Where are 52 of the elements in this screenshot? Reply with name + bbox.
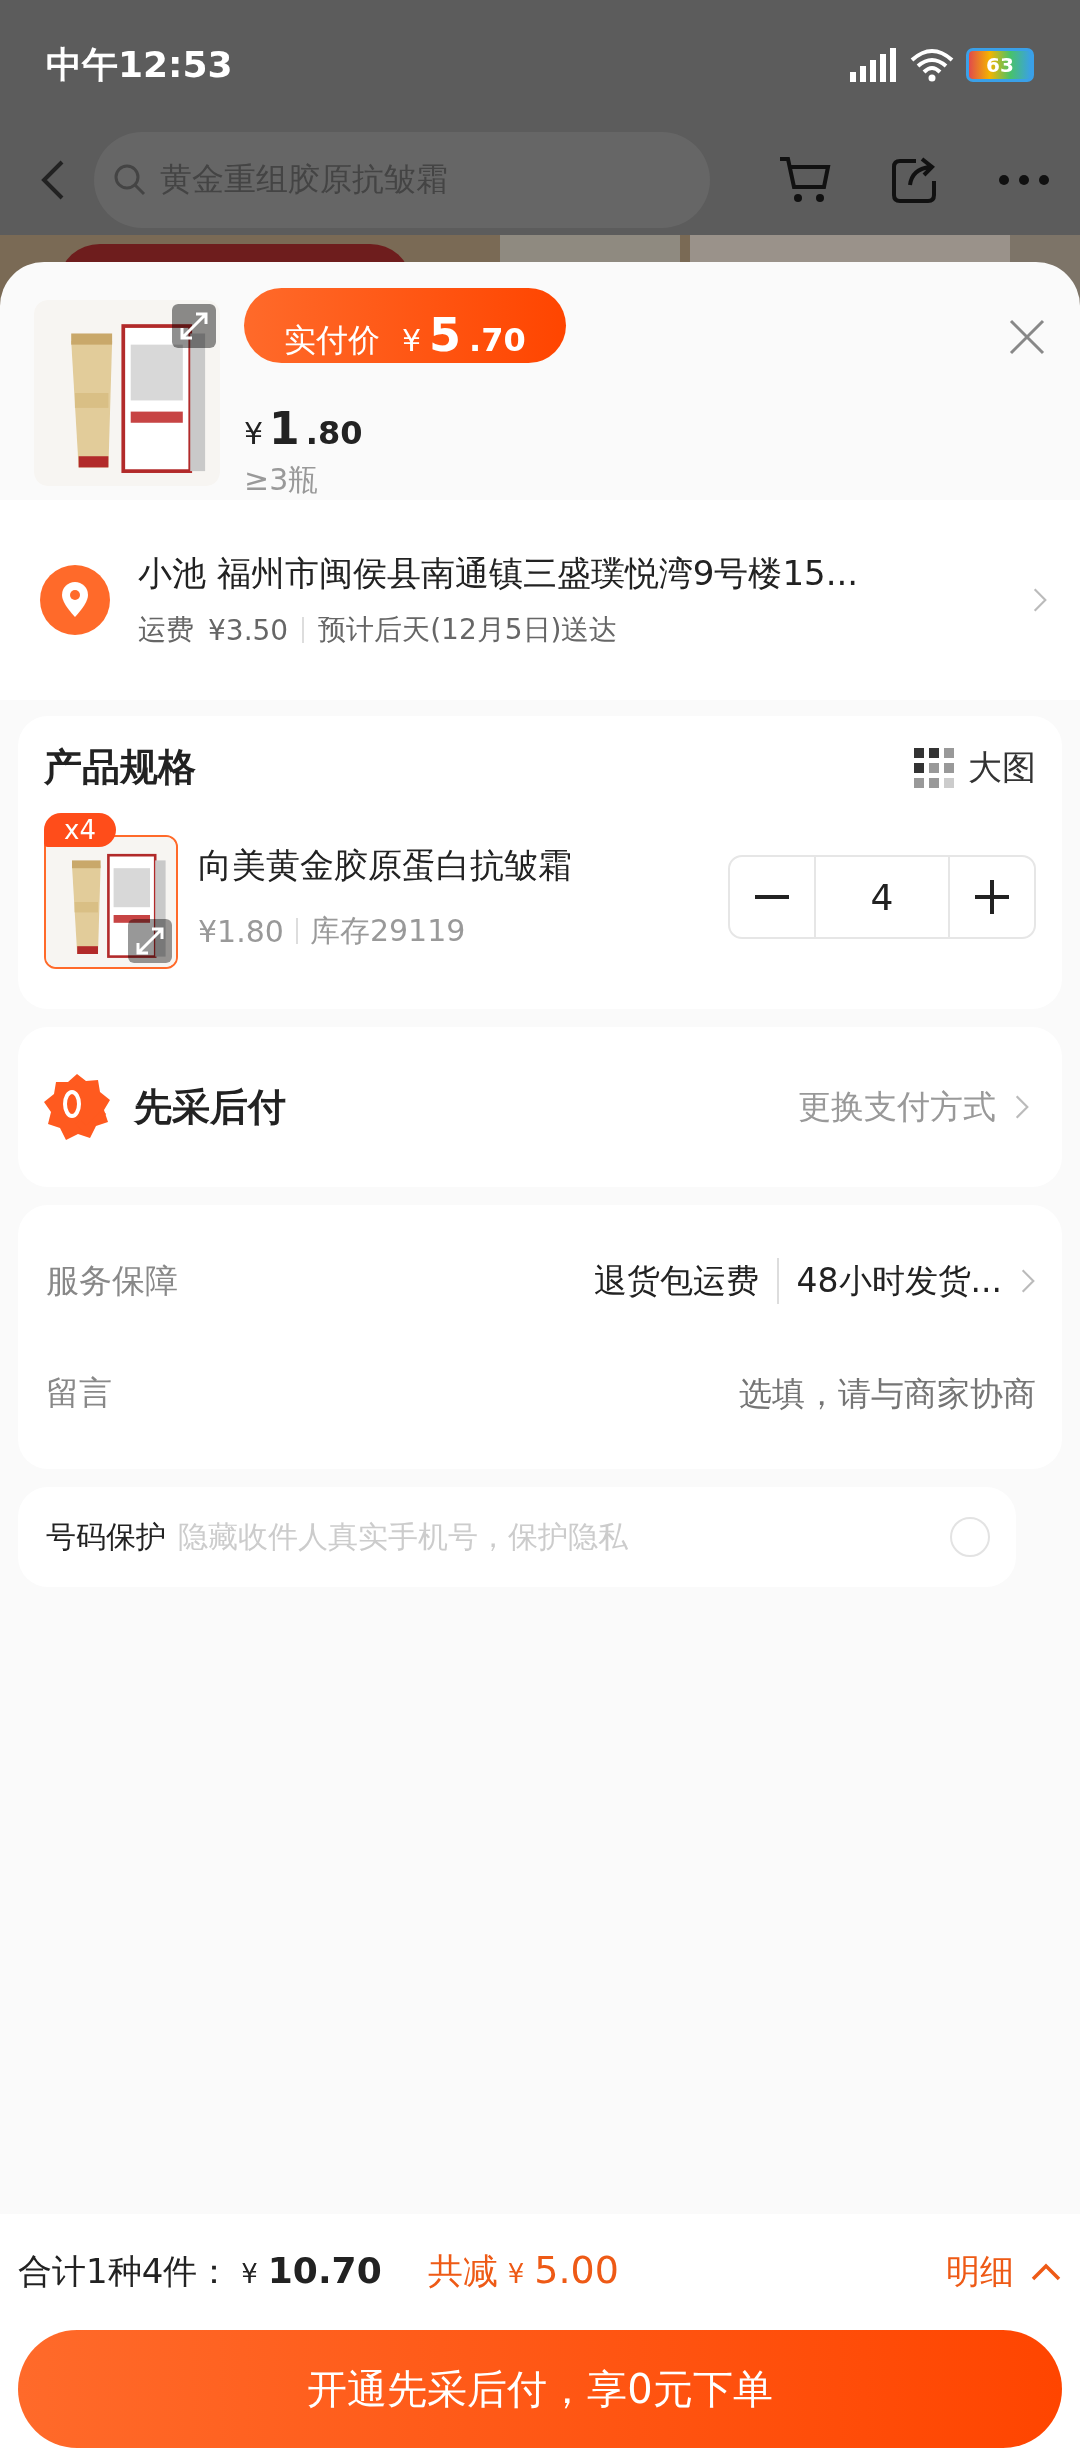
caret-up-icon — [1030, 2262, 1062, 2282]
price-tag: 实付价 ¥ 5 .70 — [244, 288, 566, 363]
plus-icon — [975, 880, 1009, 914]
chevron-right-icon — [1020, 1267, 1036, 1295]
minus-icon — [755, 895, 789, 899]
expand-icon[interactable] — [172, 304, 216, 348]
total-amount: 10.70 — [267, 2250, 382, 2291]
row-label: 服务保障 — [46, 1259, 179, 1302]
shipping-fee: ¥3.50 — [208, 613, 289, 647]
row-label: 留言 — [46, 1371, 113, 1414]
change-payment-link[interactable]: 更换支付方式 — [792, 1083, 1036, 1131]
stock-count: 库存29119 — [309, 911, 466, 950]
unit-price: ¥1.80 — [244, 403, 364, 454]
discount-amount: 5.00 — [534, 2248, 619, 2292]
more-icon[interactable] — [998, 174, 1050, 186]
expand-icon[interactable] — [128, 919, 172, 963]
quantity-badge: x4 — [44, 813, 116, 847]
address-row[interactable]: 小池 福州市闽侯县南通镇三盛璞悦湾9号楼15... 运费 ¥3.50 预计后天(12月5日)送达 — [0, 500, 1080, 700]
discount-label: 共减 — [427, 2250, 498, 2293]
shipping-label: 运费 — [138, 612, 194, 648]
privacy-label: 号码保护 — [46, 1517, 166, 1556]
location-pin-icon — [40, 565, 110, 635]
service-tag: 退货包运费 — [593, 1258, 759, 1304]
badge-check-icon — [42, 1072, 112, 1142]
chevron-right-icon — [1032, 586, 1048, 614]
privacy-radio[interactable] — [950, 1517, 990, 1557]
product-price: ¥1.80 — [198, 913, 284, 949]
product-name: 向美黄金胶原蛋白抗皱霜 — [198, 843, 573, 887]
total-label: 合计1种4件： — [18, 2250, 232, 2293]
status-time: 中午12:53 — [46, 42, 233, 87]
minimum-quantity: ≥3瓶 — [244, 461, 320, 499]
quantity-value[interactable]: 4 — [814, 857, 950, 937]
wifi-icon — [910, 48, 954, 82]
details-toggle[interactable]: 明细 — [946, 2249, 1062, 2295]
signal-icon — [850, 48, 898, 82]
close-icon[interactable] — [1008, 318, 1046, 356]
back-icon[interactable] — [40, 158, 66, 202]
large-view-toggle[interactable]: 大图 — [914, 744, 1036, 791]
service-tag: 48小时发货... — [796, 1258, 1002, 1304]
submit-button[interactable]: 开通先采后付，享0元下单 — [18, 2330, 1062, 2448]
delivery-estimate: 预计后天(12月5日)送达 — [318, 612, 618, 648]
search-icon — [112, 162, 148, 198]
chevron-right-icon — [1014, 1093, 1030, 1121]
payment-title: 先采后付 — [134, 1083, 287, 1131]
battery-icon: 63 — [966, 48, 1034, 82]
cart-icon[interactable] — [778, 155, 832, 205]
section-title: 产品规格 — [44, 744, 196, 791]
grid-icon — [914, 747, 954, 788]
currency-symbol: ¥ — [507, 2259, 525, 2289]
currency-symbol: ¥ — [241, 2259, 258, 2289]
address-text: 小池 福州市闽侯县南通镇三盛璞悦湾9号楼15... — [138, 552, 860, 595]
message-field[interactable]: 选填，请与商家协商 — [436, 1373, 1036, 1413]
